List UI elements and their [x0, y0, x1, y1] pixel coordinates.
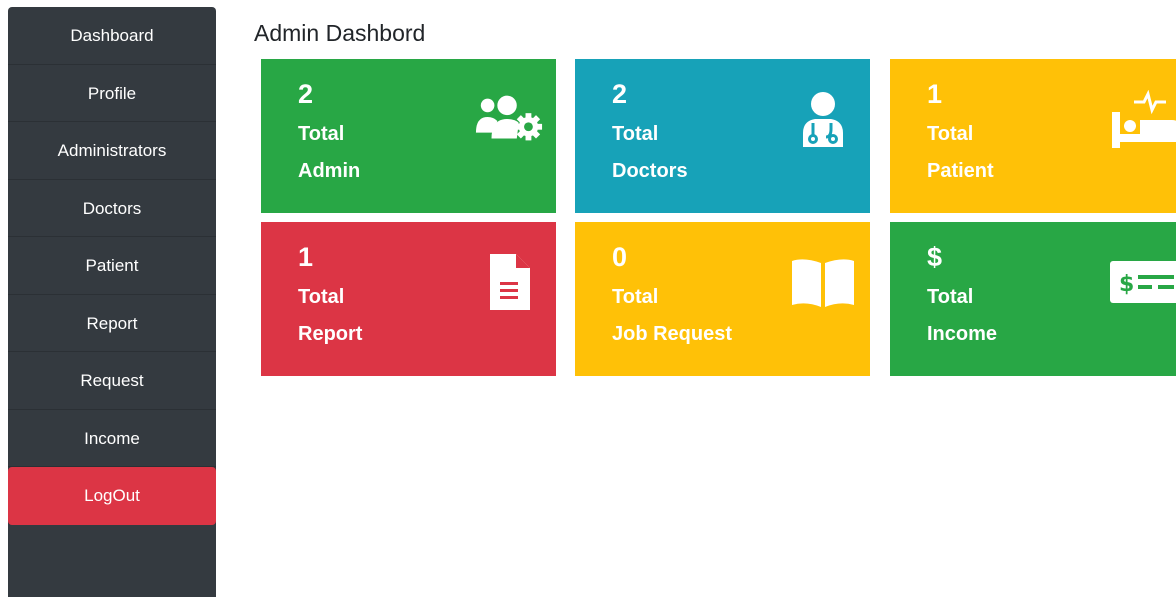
sidebar-item-patient[interactable]: Patient: [8, 237, 216, 295]
hospital-bed-icon: [1110, 89, 1176, 149]
sidebar: Dashboard Profile Administrators Doctors…: [8, 7, 216, 597]
card-value: 1: [298, 242, 314, 272]
card-label: Income: [927, 323, 998, 345]
sidebar-item-doctors[interactable]: Doctors: [8, 180, 216, 237]
card-total-report[interactable]: 1 Total Report: [261, 222, 556, 376]
card-total-patient[interactable]: 1 Total Patient: [890, 59, 1176, 213]
card-total-job-request[interactable]: 0 Total Job Request: [575, 222, 870, 376]
card-value: 2: [612, 79, 628, 109]
card-label: Job Request: [612, 323, 733, 345]
card-label: Doctors: [612, 160, 688, 182]
logout-button[interactable]: LogOut: [8, 467, 216, 525]
card-label: Total: [298, 286, 345, 308]
sidebar-item-report[interactable]: Report: [8, 295, 216, 352]
card-label: Report: [298, 323, 363, 345]
doctor-icon: [788, 89, 858, 149]
card-value: 0: [612, 242, 628, 272]
card-label: Total: [927, 123, 974, 145]
sidebar-item-profile[interactable]: Profile: [8, 65, 216, 122]
book-open-icon: [788, 252, 858, 312]
page-title: Admin Dashbord: [254, 20, 426, 46]
users-cog-icon: [474, 89, 544, 149]
sidebar-item-request[interactable]: Request: [8, 352, 216, 410]
card-label: Patient: [927, 160, 994, 182]
card-total-income[interactable]: $ Total Income $: [890, 222, 1176, 376]
sidebar-item-dashboard[interactable]: Dashboard: [8, 7, 216, 65]
card-label: Admin: [298, 160, 361, 182]
svg-text:$: $: [1119, 272, 1134, 297]
card-label: Total: [927, 286, 974, 308]
sidebar-item-income[interactable]: Income: [8, 410, 216, 467]
card-label: Total: [612, 123, 659, 145]
card-total-doctors[interactable]: 2 Total Doctors: [575, 59, 870, 213]
sidebar-item-administrators[interactable]: Administrators: [8, 122, 216, 180]
card-value: $: [927, 242, 943, 272]
money-bill-icon: $: [1110, 252, 1176, 312]
card-value: 1: [927, 79, 943, 109]
card-total-admin[interactable]: 2 Total Admin: [261, 59, 556, 213]
card-label: Total: [298, 123, 345, 145]
file-icon: [474, 252, 544, 312]
card-label: Total: [612, 286, 659, 308]
card-value: 2: [298, 79, 314, 109]
